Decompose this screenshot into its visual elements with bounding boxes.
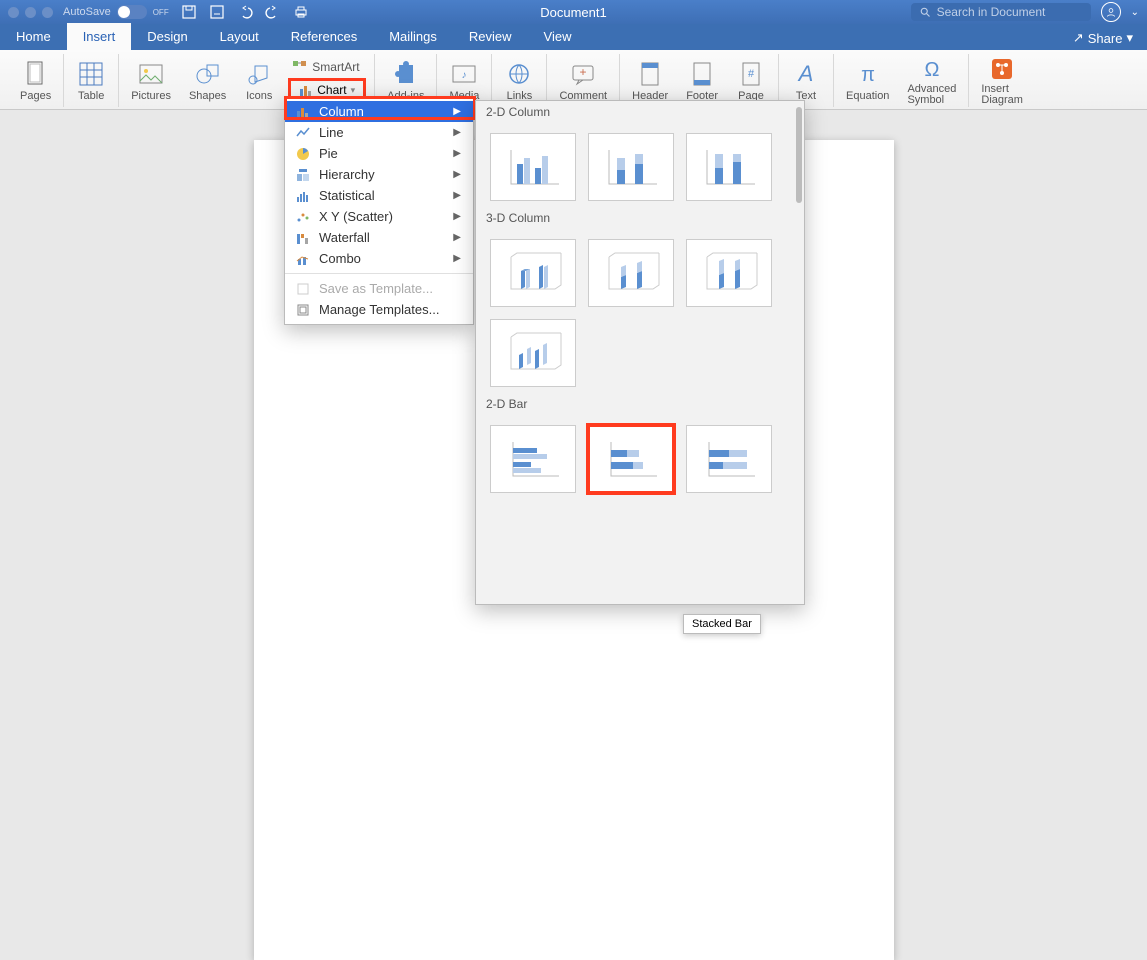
- svg-text:π: π: [861, 64, 875, 86]
- tab-review[interactable]: Review: [453, 23, 528, 50]
- tab-mailings[interactable]: Mailings: [373, 23, 453, 50]
- tile-3d-clustered-column[interactable]: [490, 239, 576, 307]
- section-2d-bar: 2-D Bar: [476, 393, 804, 415]
- chart-menu-pie[interactable]: Pie▶: [285, 143, 473, 164]
- undo-icon[interactable]: [237, 4, 253, 20]
- save-as-icon[interactable]: [209, 4, 225, 20]
- chart-menu-hierarchy[interactable]: Hierarchy▶: [285, 164, 473, 185]
- share-icon: ↗: [1073, 30, 1084, 46]
- table-button[interactable]: Table: [70, 54, 112, 107]
- advanced-symbol-button[interactable]: Ω AdvancedSymbol: [901, 54, 962, 107]
- titlebar: AutoSave OFF Document1 Search in Documen…: [0, 0, 1147, 24]
- tile-100-stacked-bar[interactable]: [686, 425, 772, 493]
- svg-text:+: +: [580, 65, 587, 79]
- scrollbar[interactable]: [796, 107, 802, 203]
- chart-gallery: 2-D Column 3-D Column 2-D Bar: [475, 100, 805, 605]
- tile-3d-100-stacked-column[interactable]: [686, 239, 772, 307]
- svg-text:♪: ♪: [462, 70, 467, 81]
- share-button[interactable]: ↗Share ▾: [1059, 26, 1147, 50]
- statistical-icon: [293, 189, 313, 203]
- svg-text:A: A: [797, 61, 814, 86]
- tile-stacked-bar[interactable]: [588, 425, 674, 493]
- icons-button[interactable]: Icons: [238, 54, 280, 107]
- chart-menu-column[interactable]: Column▶: [285, 101, 473, 122]
- tab-view[interactable]: View: [528, 23, 588, 50]
- section-3d-column: 3-D Column: [476, 207, 804, 229]
- scatter-icon: [293, 210, 313, 224]
- tile-stacked-column[interactable]: [588, 133, 674, 201]
- search-placeholder: Search in Document: [937, 5, 1046, 19]
- manage-templates-icon: [293, 303, 313, 317]
- chevron-down-icon[interactable]: ⌄: [1131, 7, 1139, 18]
- toggle-switch[interactable]: [117, 5, 147, 19]
- document-title: Document1: [540, 5, 606, 20]
- tile-clustered-bar[interactable]: [490, 425, 576, 493]
- shapes-button[interactable]: Shapes: [183, 54, 232, 107]
- line-icon: [293, 126, 313, 140]
- equation-button[interactable]: π Equation: [840, 54, 895, 107]
- quick-access-toolbar: [181, 4, 309, 20]
- ribbon-tabs: Home Insert Design Layout References Mai…: [0, 24, 1147, 50]
- redo-icon[interactable]: [265, 4, 281, 20]
- tile-100-stacked-column[interactable]: [686, 133, 772, 201]
- tile-3d-column[interactable]: [490, 319, 576, 387]
- tab-home[interactable]: Home: [0, 23, 67, 50]
- svg-text:Ω: Ω: [924, 59, 939, 81]
- autosave-label: AutoSave: [63, 6, 111, 18]
- column-icon: [293, 105, 313, 119]
- window-controls[interactable]: [8, 7, 53, 18]
- autosave-state: OFF: [153, 8, 169, 17]
- pages-button[interactable]: Pages: [14, 54, 57, 107]
- tile-clustered-column[interactable]: [490, 133, 576, 201]
- save-icon[interactable]: [181, 4, 197, 20]
- chart-menu-combo[interactable]: Combo▶: [285, 248, 473, 269]
- section-2d-column: 2-D Column: [476, 101, 804, 123]
- chart-menu-line[interactable]: Line▶: [285, 122, 473, 143]
- smartart-icon: [292, 60, 308, 74]
- tab-insert[interactable]: Insert: [67, 23, 132, 50]
- search-icon: [919, 6, 931, 18]
- tooltip-stacked-bar: Stacked Bar: [683, 614, 761, 634]
- save-template-icon: [293, 282, 313, 296]
- pictures-button[interactable]: Pictures: [125, 54, 177, 107]
- chart-type-menu: Column▶ Line▶ Pie▶ Hierarchy▶ Statistica…: [284, 96, 474, 325]
- waterfall-icon: [293, 231, 313, 245]
- insert-diagram-button[interactable]: InsertDiagram: [975, 54, 1029, 107]
- tile-3d-stacked-column[interactable]: [588, 239, 674, 307]
- chart-menu-statistical[interactable]: Statistical▶: [285, 185, 473, 206]
- chart-menu-scatter[interactable]: X Y (Scatter)▶: [285, 206, 473, 227]
- user-account-icon[interactable]: [1101, 2, 1121, 22]
- chart-menu-waterfall[interactable]: Waterfall▶: [285, 227, 473, 248]
- chart-icon: [299, 83, 313, 97]
- print-icon[interactable]: [293, 4, 309, 20]
- tab-design[interactable]: Design: [131, 23, 203, 50]
- combo-icon: [293, 252, 313, 266]
- save-as-template: Save as Template...: [285, 278, 473, 299]
- tab-references[interactable]: References: [275, 23, 373, 50]
- pie-icon: [293, 147, 313, 161]
- search-input[interactable]: Search in Document: [911, 3, 1091, 21]
- smartart-button[interactable]: SmartArt: [288, 58, 366, 76]
- autosave-toggle[interactable]: AutoSave OFF: [63, 5, 169, 19]
- svg-text:#: #: [748, 68, 755, 80]
- tab-layout[interactable]: Layout: [204, 23, 275, 50]
- hierarchy-icon: [293, 168, 313, 182]
- manage-templates[interactable]: Manage Templates...: [285, 299, 473, 320]
